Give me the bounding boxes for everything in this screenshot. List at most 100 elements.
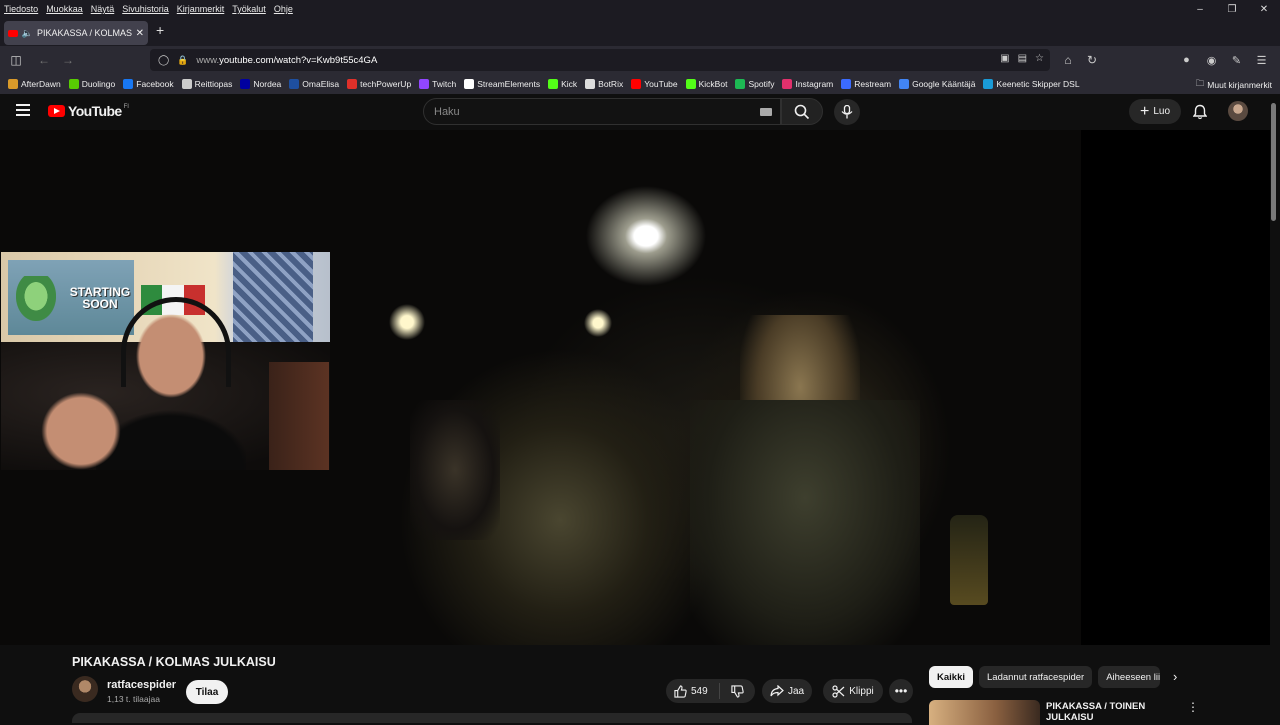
share-button[interactable]: Jaa: [762, 679, 812, 703]
menu-hamburger-icon[interactable]: ☰: [1249, 48, 1274, 72]
chip-all[interactable]: Kaikki: [929, 666, 973, 688]
description-box[interactable]: [72, 713, 912, 723]
url-actions: ▣ ▤ ☆: [1000, 53, 1044, 64]
bookmark-item[interactable]: YouTube: [631, 79, 678, 89]
menu-history[interactable]: Sivuhistoria: [122, 4, 169, 14]
clip-button[interactable]: Klippi: [823, 679, 883, 703]
bookmark-item[interactable]: StreamElements: [464, 79, 540, 89]
bookmark-label: Google Kääntäjä: [912, 79, 976, 89]
menu-bookmarks[interactable]: Kirjanmerkit: [177, 4, 225, 14]
forward-arrow-icon[interactable]: →: [56, 48, 80, 72]
back-arrow-icon[interactable]: ←: [32, 48, 56, 72]
search-button[interactable]: [781, 98, 823, 125]
menu-help[interactable]: Ohje: [274, 4, 293, 14]
voice-search-button[interactable]: [834, 99, 860, 125]
url-bar[interactable]: ◯ 🔒 www. youtube.com/watch?v=Kwb9t55c4GA …: [150, 49, 1050, 71]
page-scrollbar[interactable]: [1271, 103, 1276, 221]
vertical-dots-icon[interactable]: ⋮: [1187, 700, 1199, 714]
restore-icon[interactable]: ❐: [1216, 0, 1248, 18]
bookmark-label: techPowerUp: [360, 79, 412, 89]
close-window-icon[interactable]: ✕: [1248, 0, 1280, 18]
bookmark-item[interactable]: BotRix: [585, 79, 623, 89]
bookmark-star-icon[interactable]: ☆: [1035, 53, 1044, 64]
thumbs-down-icon: [731, 684, 744, 698]
menu-edit[interactable]: Muokkaa: [46, 4, 83, 14]
other-bookmarks[interactable]: 🗀 Muut kirjanmerkit: [1196, 78, 1272, 92]
vpn-icon[interactable]: ◉: [1199, 48, 1224, 72]
bookmark-favicon-icon: [181, 79, 192, 89]
menu-tools[interactable]: Työkalut: [232, 4, 266, 14]
keyboard-icon[interactable]: [760, 108, 772, 116]
bookmark-favicon-icon: [841, 79, 852, 89]
plus-icon: +: [1139, 102, 1150, 120]
reload-icon[interactable]: ↻: [1080, 48, 1104, 72]
chip-related[interactable]: Aiheeseen liittyvät: [1098, 666, 1161, 688]
bookmark-label: Spotify: [748, 79, 775, 89]
subscribe-button[interactable]: Tilaa: [186, 680, 228, 704]
bookmark-item[interactable]: Google Kääntäjä: [899, 79, 975, 89]
bookmark-favicon-icon: [240, 79, 251, 89]
youtube-logo[interactable]: YouTube FI: [48, 103, 129, 119]
sidebar-toggle-icon[interactable]: ◫: [4, 48, 28, 72]
bookmark-favicon-icon: [782, 79, 793, 89]
reader-view-icon[interactable]: ▤: [1018, 53, 1027, 64]
recommendation-thumbnail[interactable]: [929, 700, 1040, 725]
bookmark-item[interactable]: Nordea: [240, 79, 281, 89]
channel-avatar[interactable]: [72, 676, 98, 702]
bookmarks-bar: AfterDawn Duolingo Facebook Reittiopas Norde…: [0, 74, 1280, 94]
bookmark-item[interactable]: OmaElisa: [289, 79, 339, 89]
more-horizontal-icon: •••: [894, 684, 908, 698]
menu-file[interactable]: Tiedosto: [4, 4, 38, 14]
bookmark-item[interactable]: Facebook: [123, 79, 174, 89]
bell-icon: [1193, 104, 1207, 120]
webcam-overlay: STARTING SOON: [1, 252, 330, 470]
account-avatar[interactable]: [1228, 101, 1248, 121]
browser-menubar: Tiedosto Muokkaa Näytä Sivuhistoria Kirj…: [0, 0, 1280, 18]
chip-from-channel[interactable]: Ladannut ratfacespider: [979, 666, 1093, 688]
bookmark-item[interactable]: AfterDawn: [8, 79, 61, 89]
shield-icon[interactable]: ◯: [158, 55, 169, 66]
bookmark-item[interactable]: Duolingo: [68, 79, 115, 89]
video-figure-jacket: [690, 400, 920, 645]
like-count: 549: [691, 685, 708, 697]
extensions-puzzle-icon[interactable]: ✎: [1224, 48, 1249, 72]
share-icon: [770, 685, 784, 697]
speaker-icon[interactable]: 🔈: [22, 28, 33, 39]
like-button[interactable]: 549: [666, 683, 720, 699]
more-actions-button[interactable]: •••: [889, 679, 913, 703]
menu-view[interactable]: Näytä: [91, 4, 115, 14]
bookmark-label: Kick: [561, 79, 578, 89]
bookmark-item[interactable]: Reittiopas: [181, 79, 232, 89]
picture-in-picture-icon[interactable]: ▣: [1000, 53, 1009, 64]
new-tab-icon[interactable]: +: [156, 22, 164, 38]
channel-name[interactable]: ratfacespider: [107, 679, 176, 691]
search-input[interactable]: Haku: [423, 98, 781, 125]
close-tab-icon[interactable]: ✕: [136, 28, 144, 39]
watch-metadata: PIKAKASSA / KOLMAS JULKAISU ratfacespide…: [0, 645, 1280, 725]
bookmark-item[interactable]: Spotify: [735, 79, 774, 89]
window-controls: – ❐ ✕: [1184, 0, 1280, 18]
webcam-chair: [269, 362, 329, 470]
extension-icon[interactable]: ●: [1174, 48, 1199, 72]
bookmark-item[interactable]: Kick: [548, 79, 577, 89]
bookmark-favicon-icon: [585, 79, 596, 89]
bookmark-item[interactable]: Restream: [841, 79, 891, 89]
minimize-icon[interactable]: –: [1184, 0, 1216, 18]
bookmark-item[interactable]: Instagram: [782, 79, 833, 89]
guide-menu-icon[interactable]: [16, 104, 30, 116]
home-icon[interactable]: ⌂: [1056, 48, 1080, 72]
lock-icon[interactable]: 🔒: [177, 55, 188, 66]
bookmark-item[interactable]: KickBot: [685, 79, 727, 89]
nav-extra: ⌂ ↻: [1056, 48, 1104, 72]
chevron-right-icon[interactable]: ›: [1173, 669, 1177, 684]
bookmark-label: BotRix: [598, 79, 624, 89]
bookmark-item[interactable]: Keenetic Skipper DSL: [983, 79, 1080, 89]
bookmark-item[interactable]: techPowerUp: [347, 79, 411, 89]
notifications-button[interactable]: [1190, 102, 1210, 122]
create-button[interactable]: + Luo: [1129, 99, 1181, 124]
dislike-button[interactable]: [720, 684, 755, 698]
browser-tab-active[interactable]: 🔈 PIKAKASSA / KOLMAS JULKAISU ✕: [4, 21, 148, 45]
video-player[interactable]: STARTING SOON: [0, 130, 1270, 645]
scissors-icon: [832, 684, 845, 698]
bookmark-item[interactable]: Twitch: [419, 79, 456, 89]
